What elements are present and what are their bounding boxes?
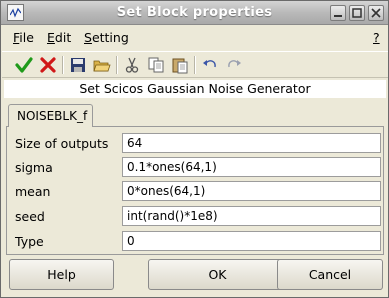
cancel-button[interactable]: Cancel [277,259,383,290]
cancel-toolbar-button[interactable] [38,55,58,75]
redo-toolbar-button[interactable] [224,55,244,75]
copy-toolbar-button[interactable] [146,55,166,75]
seed-input[interactable]: int(rand()*1e8) [122,206,381,226]
toolbar-separator [62,56,64,74]
minimize-button[interactable] [330,5,346,21]
save-icon [71,58,85,72]
tab-label: NOISEBLK_f [17,109,88,123]
cancel-x-icon [40,57,56,73]
type-input[interactable]: 0 [122,231,381,251]
toolbar [2,51,388,78]
parameters-panel: Size of outputs 64 sigma 0.1*ones(64,1) … [6,126,384,255]
size-of-outputs-input[interactable]: 64 [122,133,381,153]
param-label-size-of-outputs: Size of outputs [15,136,109,151]
maximize-button[interactable] [349,5,365,21]
ok-toolbar-button[interactable] [14,55,34,75]
block-description: Set Scicos Gaussian Noise Generator [4,80,386,98]
open-toolbar-button[interactable] [92,55,112,75]
close-icon [371,8,381,18]
dialog-window: Set Block properties File Edit Setting ? [0,0,389,298]
menu-file[interactable]: File [13,30,34,45]
param-label-sigma: sigma [15,160,53,175]
paste-toolbar-button[interactable] [170,55,190,75]
maximize-icon [352,8,362,18]
minimize-icon [334,15,342,17]
undo-toolbar-button[interactable] [200,55,220,75]
tab-noiseblk[interactable]: NOISEBLK_f [8,104,93,127]
param-label-mean: mean [15,184,51,199]
ok-button[interactable]: OK [148,259,287,290]
copy-icon [148,57,164,73]
ok-check-icon [15,57,33,73]
cut-toolbar-button[interactable] [122,55,142,75]
title-bar[interactable]: Set Block properties [1,1,388,25]
mean-input[interactable]: 0*ones(64,1) [122,181,381,201]
redo-icon [228,60,241,68]
undo-icon [203,60,216,68]
menu-edit[interactable]: Edit [47,30,71,45]
paste-icon [172,58,188,74]
param-label-seed: seed [15,209,45,224]
menu-help[interactable]: ? [373,30,380,45]
menu-setting[interactable]: Setting [84,30,129,45]
toolbar-separator [116,56,118,74]
open-folder-icon [93,60,111,72]
menu-bar: File Edit Setting ? [2,25,388,49]
save-toolbar-button[interactable] [68,55,88,75]
help-button[interactable]: Help [9,259,114,290]
cut-icon [125,57,139,73]
sigma-input[interactable]: 0.1*ones(64,1) [122,157,381,177]
toolbar-separator [194,56,196,74]
close-button[interactable] [368,5,384,21]
param-label-type: Type [15,234,44,249]
